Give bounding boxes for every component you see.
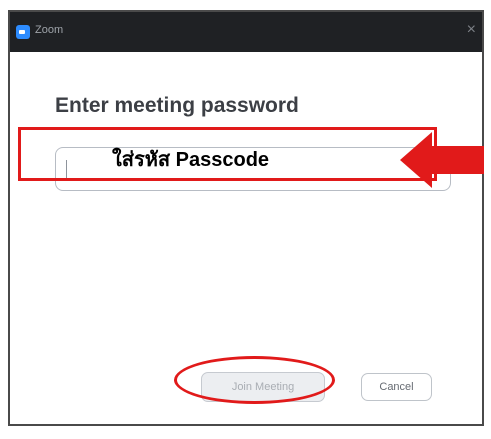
red-arrow-icon <box>400 132 484 188</box>
window-title: Zoom <box>35 24 64 36</box>
join-button-highlight <box>174 356 335 404</box>
title-bar: Zoom × <box>10 12 482 52</box>
cancel-button[interactable]: Cancel <box>361 373 432 401</box>
password-annotation-text: ใส่รหัส Passcode <box>112 149 270 171</box>
close-icon[interactable]: × <box>467 22 476 38</box>
dialog-heading: Enter meeting password <box>55 94 299 117</box>
zoom-app-icon <box>16 25 30 39</box>
